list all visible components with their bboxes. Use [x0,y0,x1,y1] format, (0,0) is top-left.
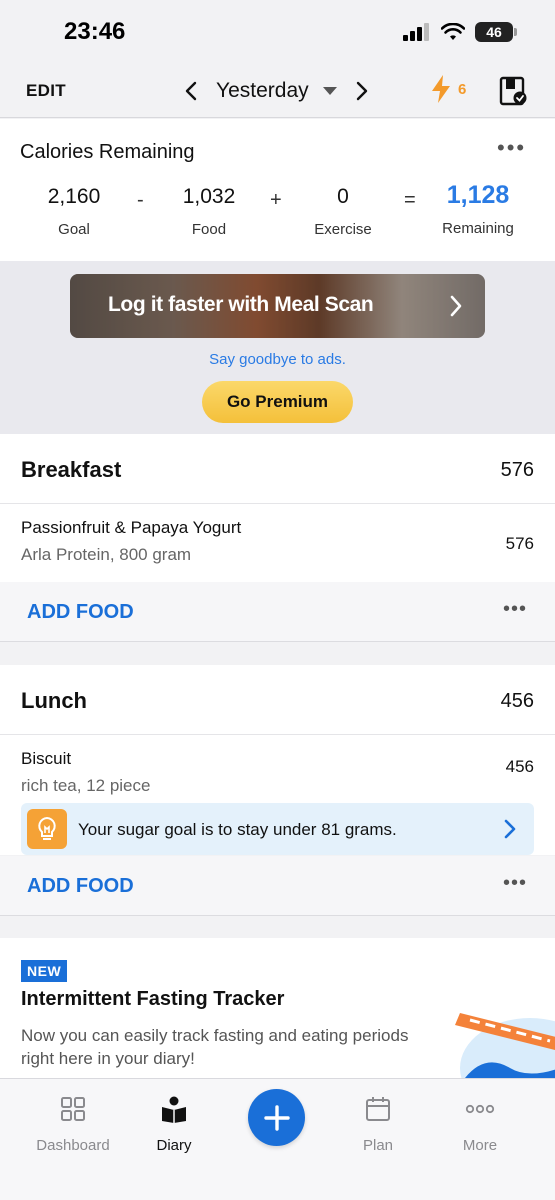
exercise-column: 0 Exercise [288,185,398,238]
top-nav: EDIT Yesterday 6 [0,64,555,118]
calories-remaining-card: Calories Remaining ••• 2,160 Goal - 1,03… [0,119,555,261]
food-value: 1,032 [182,185,236,208]
food-column: 1,032 Food [154,185,264,238]
caret-down-icon [322,87,337,95]
exercise-value: 0 [337,185,349,208]
tab-label: Dashboard [36,1137,110,1154]
banner-text: Log it faster with Meal Scan [108,293,374,316]
promo-title: Intermittent Fasting Tracker [21,988,285,1010]
ad-area: Log it faster with Meal Scan Say goodbye… [0,261,555,434]
food-description: rich tea, 12 piece [21,776,151,795]
goal-label: Goal [58,221,90,238]
goal-value: 2,160 [47,185,101,208]
food-name: Biscuit [21,749,72,768]
diary-book-icon [162,1096,186,1123]
ellipsis-icon [465,1104,495,1114]
meal-scan-banner[interactable]: Log it faster with Meal Scan [70,274,485,338]
chevron-right-icon [504,819,516,839]
calendar-icon [366,1097,390,1121]
chevron-right-icon [450,295,462,317]
tab-label: More [462,1137,498,1154]
calories-title: Calories Remaining [20,141,195,163]
add-food-button[interactable]: ADD FOOD [27,875,134,898]
tab-diary[interactable]: Diary [124,1095,224,1154]
lightbulb-icon [27,809,67,849]
lightning-bolt-icon [432,75,450,103]
food-label: Food [191,221,227,238]
status-icons: 46 [403,22,517,42]
tab-plan[interactable]: Plan [328,1095,428,1154]
previous-day-button[interactable] [178,76,204,106]
next-day-button[interactable] [349,76,375,106]
meal-calories: 456 [500,690,534,712]
fasting-tracker-promo[interactable]: NEW Intermittent Fasting Tracker Now you… [0,938,555,1078]
edit-button[interactable]: EDIT [26,81,66,101]
date-selector[interactable]: Yesterday [216,79,337,103]
status-bar: 23:46 46 [0,0,555,64]
minus-operator: - [137,189,144,211]
battery-icon: 46 [475,22,517,42]
status-time: 23:46 [64,18,126,45]
calories-more-button[interactable]: ••• [497,137,526,159]
date-label: Yesterday [216,79,309,102]
tab-dashboard[interactable]: Dashboard [23,1095,123,1154]
goal-column: 2,160 Goal [19,185,129,238]
lunch-header[interactable]: Lunch 456 [0,665,555,735]
tab-bar: Dashboard Diary Plan More [0,1078,555,1200]
date-navigator: Yesterday [178,74,375,108]
breakfast-header[interactable]: Breakfast 576 [0,434,555,504]
plus-operator: + [270,189,282,211]
dashboard-grid-icon [61,1097,85,1121]
meal-more-button[interactable]: ••• [503,599,527,619]
tab-more[interactable]: More [430,1095,530,1154]
chevron-left-icon [185,81,197,101]
streak-button[interactable]: 6 [430,74,466,104]
food-entry[interactable]: Passionfruit & Papaya Yogurt Arla Protei… [0,504,555,582]
ad-tagline[interactable]: Say goodbye to ads. [0,351,555,368]
tab-label: Diary [156,1137,192,1154]
wifi-icon [441,23,465,40]
meal-name: Lunch [21,688,87,713]
add-food-button[interactable]: ADD FOOD [27,601,134,624]
plus-icon [263,1104,290,1131]
breakfast-add-row: ADD FOOD ••• [0,582,555,642]
meal-more-button[interactable]: ••• [503,873,527,893]
remaining-column: 1,128 Remaining [423,181,533,237]
quick-add-button[interactable] [248,1089,305,1146]
journal-button[interactable] [498,76,528,111]
food-description: Arla Protein, 800 gram [21,545,192,564]
lunch-add-row: ADD FOOD ••• [0,856,555,916]
food-calories: 456 [505,757,534,776]
chevron-right-icon [356,81,367,101]
tab-label: Plan [362,1137,394,1154]
fasting-illustration-icon [455,1013,555,1078]
meal-calories: 576 [500,459,534,481]
remaining-value: 1,128 [446,181,510,209]
cellular-signal-icon [403,23,429,41]
remaining-label: Remaining [442,220,514,237]
exercise-label: Exercise [314,221,372,238]
equals-operator: = [404,189,416,211]
food-name: Passionfruit & Papaya Yogurt [21,518,242,537]
meal-name: Breakfast [21,457,122,482]
journal-check-icon [499,76,527,106]
tip-text: Your sugar goal is to stay under 81 gram… [78,820,397,839]
food-calories: 576 [505,534,534,553]
new-badge: NEW [21,960,68,982]
promo-description: Now you can easily track fasting and eat… [21,1026,409,1068]
streak-count: 6 [458,80,467,98]
battery-level: 46 [486,24,502,40]
sugar-goal-tip[interactable]: Your sugar goal is to stay under 81 gram… [21,803,534,855]
go-premium-button[interactable]: Go Premium [202,381,353,423]
